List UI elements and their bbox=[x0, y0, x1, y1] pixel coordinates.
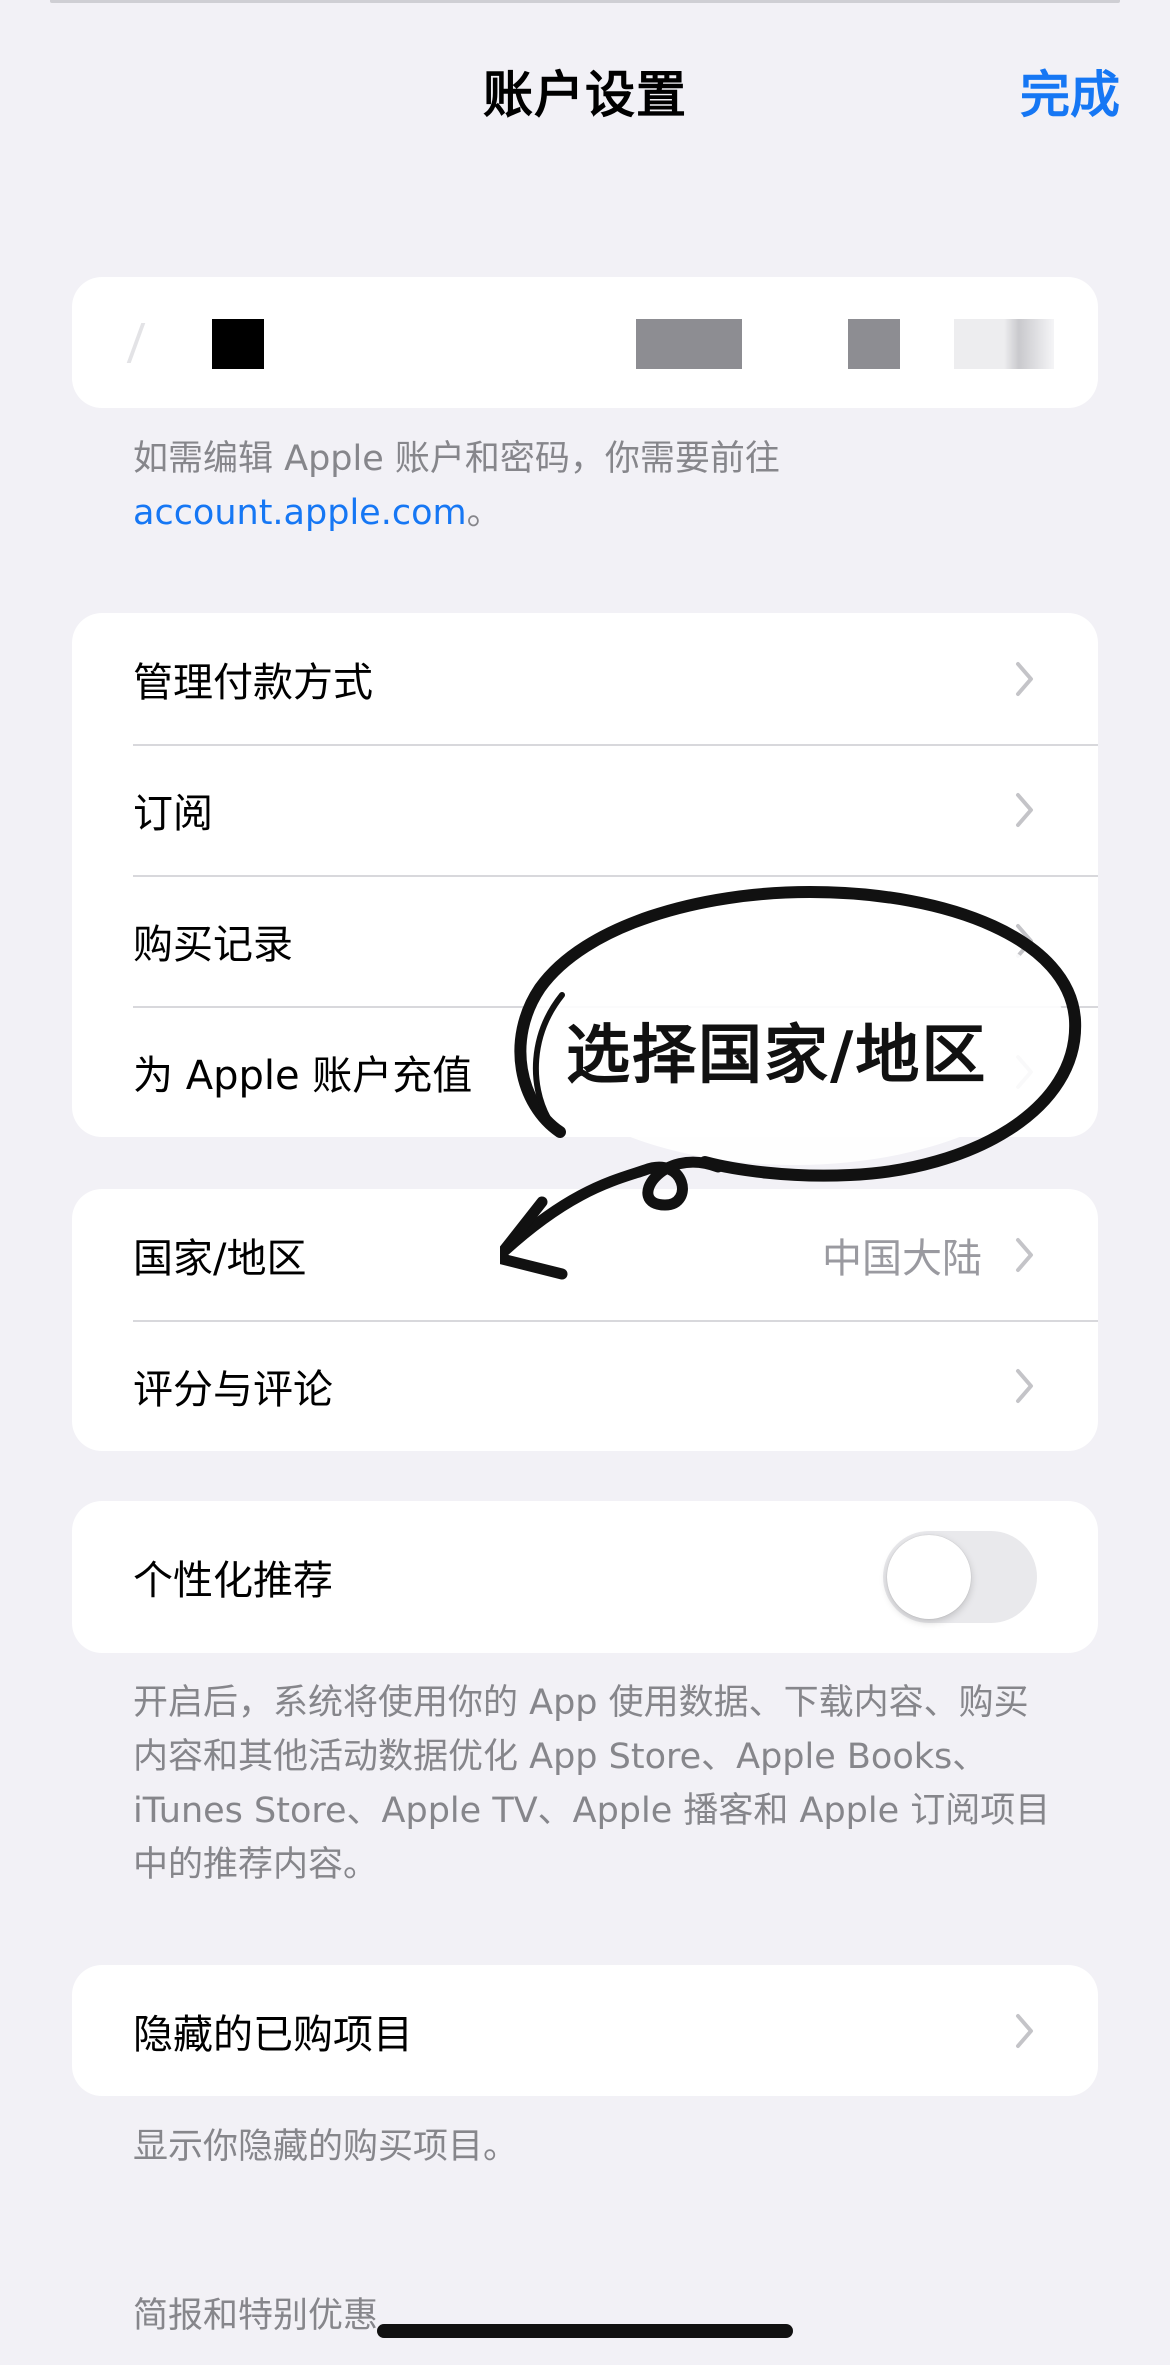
row-label: 隐藏的已购项目 bbox=[133, 2011, 413, 2058]
toggle-knob bbox=[887, 1535, 971, 1619]
row-label: 订阅 bbox=[133, 790, 213, 837]
hidden-purchases-row[interactable]: 隐藏的已购项目 bbox=[72, 1965, 1098, 2096]
chevron-right-icon bbox=[1008, 788, 1042, 832]
account-note: 如需编辑 Apple 账户和密码，你需要前往 account.apple.com… bbox=[133, 432, 1063, 540]
account-settings-sheet: 账户设置 完成 如需编辑 Apple 账户和密码，你需要前往 account.a… bbox=[0, 0, 1170, 2365]
account-card[interactable] bbox=[72, 277, 1098, 408]
done-button[interactable]: 完成 bbox=[1020, 55, 1120, 127]
chevron-right-icon bbox=[1008, 657, 1042, 701]
personalized-recommendations-row: 个性化推荐 bbox=[72, 1501, 1098, 1653]
row-label: 管理付款方式 bbox=[133, 659, 373, 706]
account-link[interactable]: account.apple.com bbox=[133, 493, 467, 533]
subscriptions-row[interactable]: 订阅 bbox=[72, 744, 1098, 875]
chevron-right-icon bbox=[1008, 1364, 1042, 1408]
personalization-group: 个性化推荐 bbox=[72, 1501, 1098, 1653]
hidden-purchases-footer: 显示你隐藏的购买项目。 bbox=[133, 2127, 519, 2167]
chevron-right-icon bbox=[1008, 2009, 1042, 2053]
personalization-toggle[interactable] bbox=[883, 1531, 1037, 1623]
home-indicator bbox=[377, 2324, 793, 2338]
account-note-suffix: 。 bbox=[466, 493, 502, 533]
redacted-block bbox=[954, 319, 1054, 369]
ratings-reviews-row[interactable]: 评分与评论 bbox=[72, 1320, 1098, 1451]
manage-payment-row[interactable]: 管理付款方式 bbox=[72, 613, 1098, 744]
personalization-footer: 开启后，系统将使用你的 App 使用数据、下载内容、购买内容和其他活动数据优化 … bbox=[133, 1683, 1051, 1885]
redacted-block bbox=[636, 319, 742, 369]
sheet-top-edge bbox=[50, 0, 1120, 3]
row-label: 个性化推荐 bbox=[133, 1558, 333, 1604]
account-note-text: 如需编辑 Apple 账户和密码，你需要前往 bbox=[133, 439, 780, 479]
hidden-purchases-group: 隐藏的已购项目 bbox=[72, 1965, 1098, 2096]
redacted-block bbox=[848, 319, 900, 369]
redacted-block bbox=[212, 319, 264, 369]
row-label: 评分与评论 bbox=[133, 1366, 333, 1413]
redacted-block bbox=[126, 323, 146, 363]
page-title: 账户设置 bbox=[483, 66, 687, 124]
annotation-label: 选择国家/地区 bbox=[566, 1019, 988, 1093]
